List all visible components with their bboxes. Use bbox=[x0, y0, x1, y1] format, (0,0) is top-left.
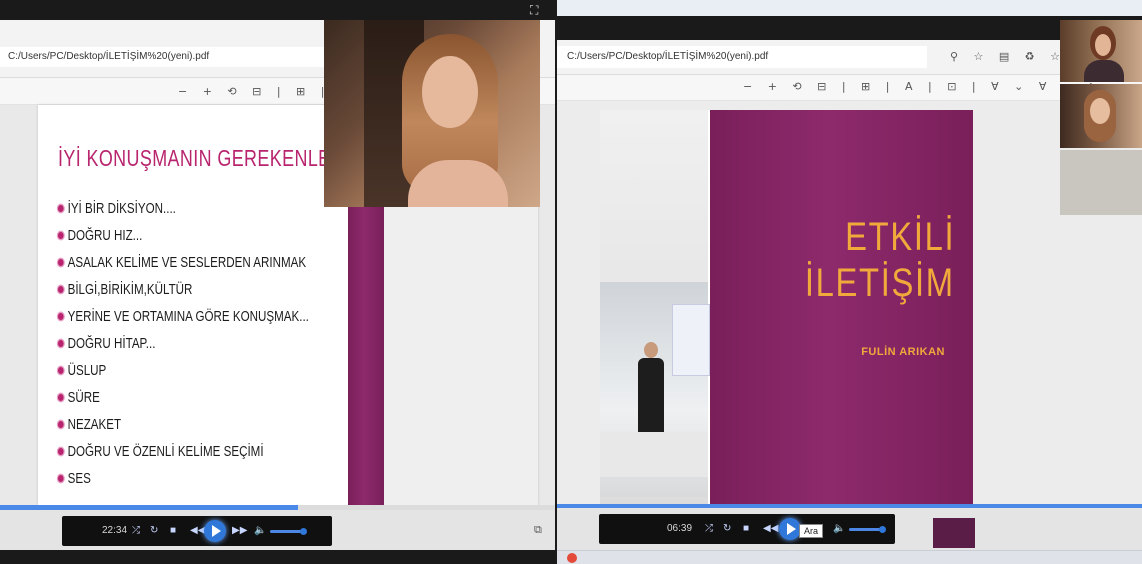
bullet-dot-icon bbox=[58, 286, 64, 293]
slide-bullet-text: DOĞRU VE ÖZENLİ KELİME SEÇİMİ bbox=[67, 444, 264, 460]
taskbar bbox=[557, 550, 1142, 564]
slide-bullet: DOĞRU VE ÖZENLİ KELİME SEÇİMİ bbox=[58, 443, 309, 470]
participant-2-face bbox=[1090, 98, 1110, 124]
slide-bullet-text: SÜRE bbox=[67, 390, 100, 406]
tab-bar bbox=[557, 16, 1142, 40]
play-icon bbox=[787, 523, 796, 535]
top-black-bar bbox=[0, 0, 556, 20]
person-face bbox=[422, 56, 478, 128]
webcam-video bbox=[324, 20, 540, 207]
left-screen-share: ⛶ C:/Users/PC/Desktop/İLETİŞİM%20(yeni).… bbox=[0, 0, 556, 564]
bullet-dot-icon bbox=[58, 313, 64, 320]
photo-person-head bbox=[644, 342, 658, 358]
bullet-dot-icon bbox=[58, 394, 64, 401]
slide-bullet: DOĞRU HİTAP... bbox=[58, 335, 309, 362]
participant-video-2[interactable] bbox=[1060, 84, 1142, 148]
bullet-dot-icon bbox=[58, 421, 64, 428]
speaker-photo bbox=[600, 282, 710, 497]
participant-1-face bbox=[1095, 34, 1111, 56]
address-text: C:/Users/PC/Desktop/İLETİŞİM%20(yeni).pd… bbox=[567, 51, 769, 62]
stop-icon[interactable]: ■ bbox=[743, 519, 749, 539]
participant-video-1[interactable] bbox=[1060, 20, 1142, 82]
bullet-dot-icon bbox=[58, 232, 64, 239]
media-player-bar: 06:39 ⤮ ↻ ■ ◀◀ ▶▶ 🔈 bbox=[599, 514, 895, 544]
bullet-dot-icon bbox=[58, 448, 64, 455]
slide-bullet-list: İYİ BİR DİKSİYON.... DOĞRU HIZ... ASALAK K… bbox=[58, 200, 372, 497]
taskbar-app-icon[interactable] bbox=[567, 553, 577, 563]
shuffle-icon[interactable]: ⤮ bbox=[132, 521, 140, 541]
window-top-strip bbox=[557, 0, 1142, 16]
slide-bullet-text: SES bbox=[67, 471, 91, 487]
slide-bullet: NEZAKET bbox=[58, 416, 309, 443]
pdf-toolbar: − + ⟲ ⊟ | ⊞ | A | ⊡ | ∀ ⌄ ∀ ⌄ ◇ bbox=[557, 75, 1142, 101]
slide-purple-panel: ETKİLİ İLETİŞİM FULİN ARIKAN bbox=[710, 110, 973, 513]
slide-bullet: SÜRE bbox=[58, 389, 309, 416]
previous-icon[interactable]: ◀◀ bbox=[763, 519, 778, 539]
slide-bullet-text: ÜSLUP bbox=[67, 363, 107, 379]
photo-projection-screen bbox=[672, 304, 710, 376]
bullet-dot-icon bbox=[58, 340, 64, 347]
slide-author: FULİN ARIKAN bbox=[861, 346, 945, 358]
player-time: 06:39 bbox=[667, 523, 693, 534]
slide-bullet: SES bbox=[58, 470, 309, 497]
bullet-dot-icon bbox=[58, 367, 64, 374]
slide-photo-panel bbox=[600, 110, 710, 513]
slide-bullet-text: ASALAK KELİME VE SESLERDEN ARINMAK bbox=[67, 255, 307, 271]
participant-1-body bbox=[1084, 60, 1124, 82]
slide-bullet-text: DOĞRU HIZ... bbox=[67, 228, 143, 244]
slide-bottom-peek bbox=[933, 518, 975, 548]
stop-icon[interactable]: ■ bbox=[170, 521, 176, 541]
browser-action-icons[interactable]: ⚲ ☆ ▤ ♻ ☆ bbox=[950, 50, 1066, 63]
photo-person-dress bbox=[638, 358, 664, 436]
play-tooltip: Ara bbox=[799, 524, 824, 538]
slide-bullet-text: NEZAKET bbox=[67, 417, 122, 433]
repeat-icon[interactable]: ↻ bbox=[150, 521, 158, 541]
player-time: 22:34 bbox=[102, 525, 128, 536]
bullet-dot-icon bbox=[58, 475, 64, 482]
bullet-dot-icon bbox=[58, 205, 64, 212]
slide-bullet-text: YERİNE VE ORTAMINA GÖRE KONUŞMAK... bbox=[67, 309, 309, 325]
bullet-dot-icon bbox=[58, 259, 64, 266]
restore-icon[interactable]: ⧉ bbox=[534, 524, 542, 537]
slide-bullet: ASALAK KELİME VE SESLERDEN ARINMAK bbox=[58, 254, 309, 281]
slide-bullet: YERİNE VE ORTAMINA GÖRE KONUŞMAK... bbox=[58, 308, 309, 335]
participant-video-3[interactable] bbox=[1060, 150, 1142, 215]
next-icon[interactable]: ▶▶ bbox=[232, 521, 247, 541]
address-bar[interactable]: C:/Users/PC/Desktop/İLETİŞİM%20(yeni).pd… bbox=[557, 46, 927, 68]
volume-icon[interactable]: 🔈 bbox=[833, 519, 845, 539]
volume-knob[interactable] bbox=[300, 528, 307, 535]
repeat-icon[interactable]: ↻ bbox=[723, 519, 731, 539]
slide-title-line1: ETKİLİ bbox=[844, 215, 955, 259]
slide-bullet-text: İYİ BİR DİKSİYON.... bbox=[67, 201, 176, 217]
slide-title-line2: İLETİŞİM bbox=[805, 261, 955, 305]
volume-slider[interactable] bbox=[849, 528, 883, 531]
slide-bullet: DOĞRU HIZ... bbox=[58, 227, 309, 254]
slide-page: ETKİLİ İLETİŞİM FULİN ARIKAN bbox=[600, 110, 973, 513]
slide-bullet: İYİ BİR DİKSİYON.... bbox=[58, 200, 309, 227]
play-button[interactable] bbox=[204, 520, 226, 542]
address-text: C:/Users/PC/Desktop/İLETİŞİM%20(yeni).pd… bbox=[8, 51, 210, 62]
address-bar[interactable]: C:/Users/PC/Desktop/İLETİŞİM%20(yeni).pd… bbox=[0, 47, 330, 67]
pdf-toolbar-buttons[interactable]: − + ⟲ ⊟ | ⊞ | A | ⊡ | ∀ ⌄ ∀ ⌄ ◇ bbox=[743, 80, 1101, 93]
slide-gray-panel bbox=[384, 207, 538, 505]
slide-title: İYİ KONUŞMANIN GEREKENLERİ bbox=[58, 145, 350, 171]
slide-bullet-text: BİLGİ,BİRİKİM,KÜLTÜR bbox=[67, 282, 193, 298]
slide-bullet: BİLGİ,BİRİKİM,KÜLTÜR bbox=[58, 281, 309, 308]
slide-bullet: ÜSLUP bbox=[58, 362, 309, 389]
play-button[interactable] bbox=[779, 518, 801, 540]
volume-icon[interactable]: 🔈 bbox=[254, 521, 266, 541]
shuffle-icon[interactable]: ⤮ bbox=[705, 519, 713, 539]
bottom-black-bar bbox=[0, 550, 556, 564]
play-icon bbox=[212, 525, 221, 537]
volume-slider[interactable] bbox=[270, 530, 304, 533]
media-player-bar: 22:34 ⤮ ↻ ■ ◀◀ ▶▶ 🔈 bbox=[62, 516, 332, 546]
volume-knob[interactable] bbox=[879, 526, 886, 533]
photo-stage bbox=[600, 432, 708, 477]
slide-bullet-text: DOĞRU HİTAP... bbox=[67, 336, 156, 352]
fullscreen-icon[interactable]: ⛶ bbox=[530, 3, 544, 17]
right-screen-share: C:/Users/PC/Desktop/İLETİŞİM%20(yeni).pd… bbox=[557, 0, 1142, 564]
